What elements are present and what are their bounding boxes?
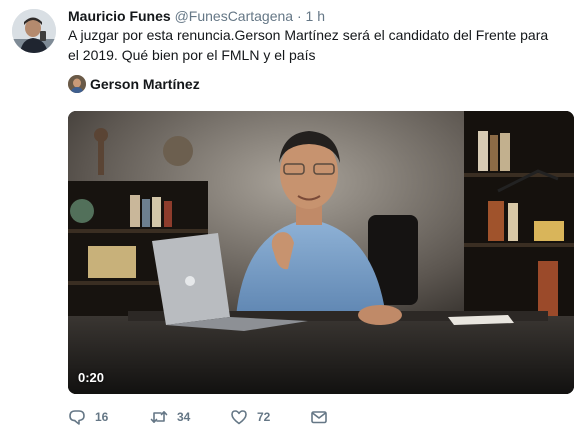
reply-icon [68,408,86,426]
tweet-header: Mauricio Funes @FunesCartagena · 1 h [68,7,325,25]
like-button[interactable]: 72 [230,408,310,426]
tweet-timestamp[interactable]: 1 h [306,8,325,24]
reply-button[interactable]: 16 [68,408,150,426]
card-author-avatar [68,75,86,93]
author-avatar[interactable] [12,9,56,53]
direct-message-icon [310,408,328,426]
heart-icon [230,408,248,426]
retweet-button[interactable]: 34 [150,408,230,426]
video-duration: 0:20 [78,370,105,385]
retweet-count: 34 [177,410,191,424]
card-author-name: Gerson Martínez [90,76,200,92]
retweet-icon [150,408,168,426]
author-name[interactable]: Mauricio Funes [68,8,171,24]
card-author[interactable]: Gerson Martínez [68,74,200,94]
separator-dot: · [296,8,302,24]
tweet-actions: 16 34 72 [68,406,328,428]
direct-message-button[interactable] [310,408,328,426]
video-player[interactable]: 0:20 [68,111,574,394]
like-count: 72 [257,410,271,424]
reply-count: 16 [95,410,109,424]
tweet-text: A juzgar por esta renuncia.Gerson Martín… [68,27,549,63]
tweet: Mauricio Funes @FunesCartagena · 1 h A j… [0,0,579,438]
author-handle[interactable]: @FunesCartagena [175,8,294,24]
video-thumbnail [68,111,574,394]
